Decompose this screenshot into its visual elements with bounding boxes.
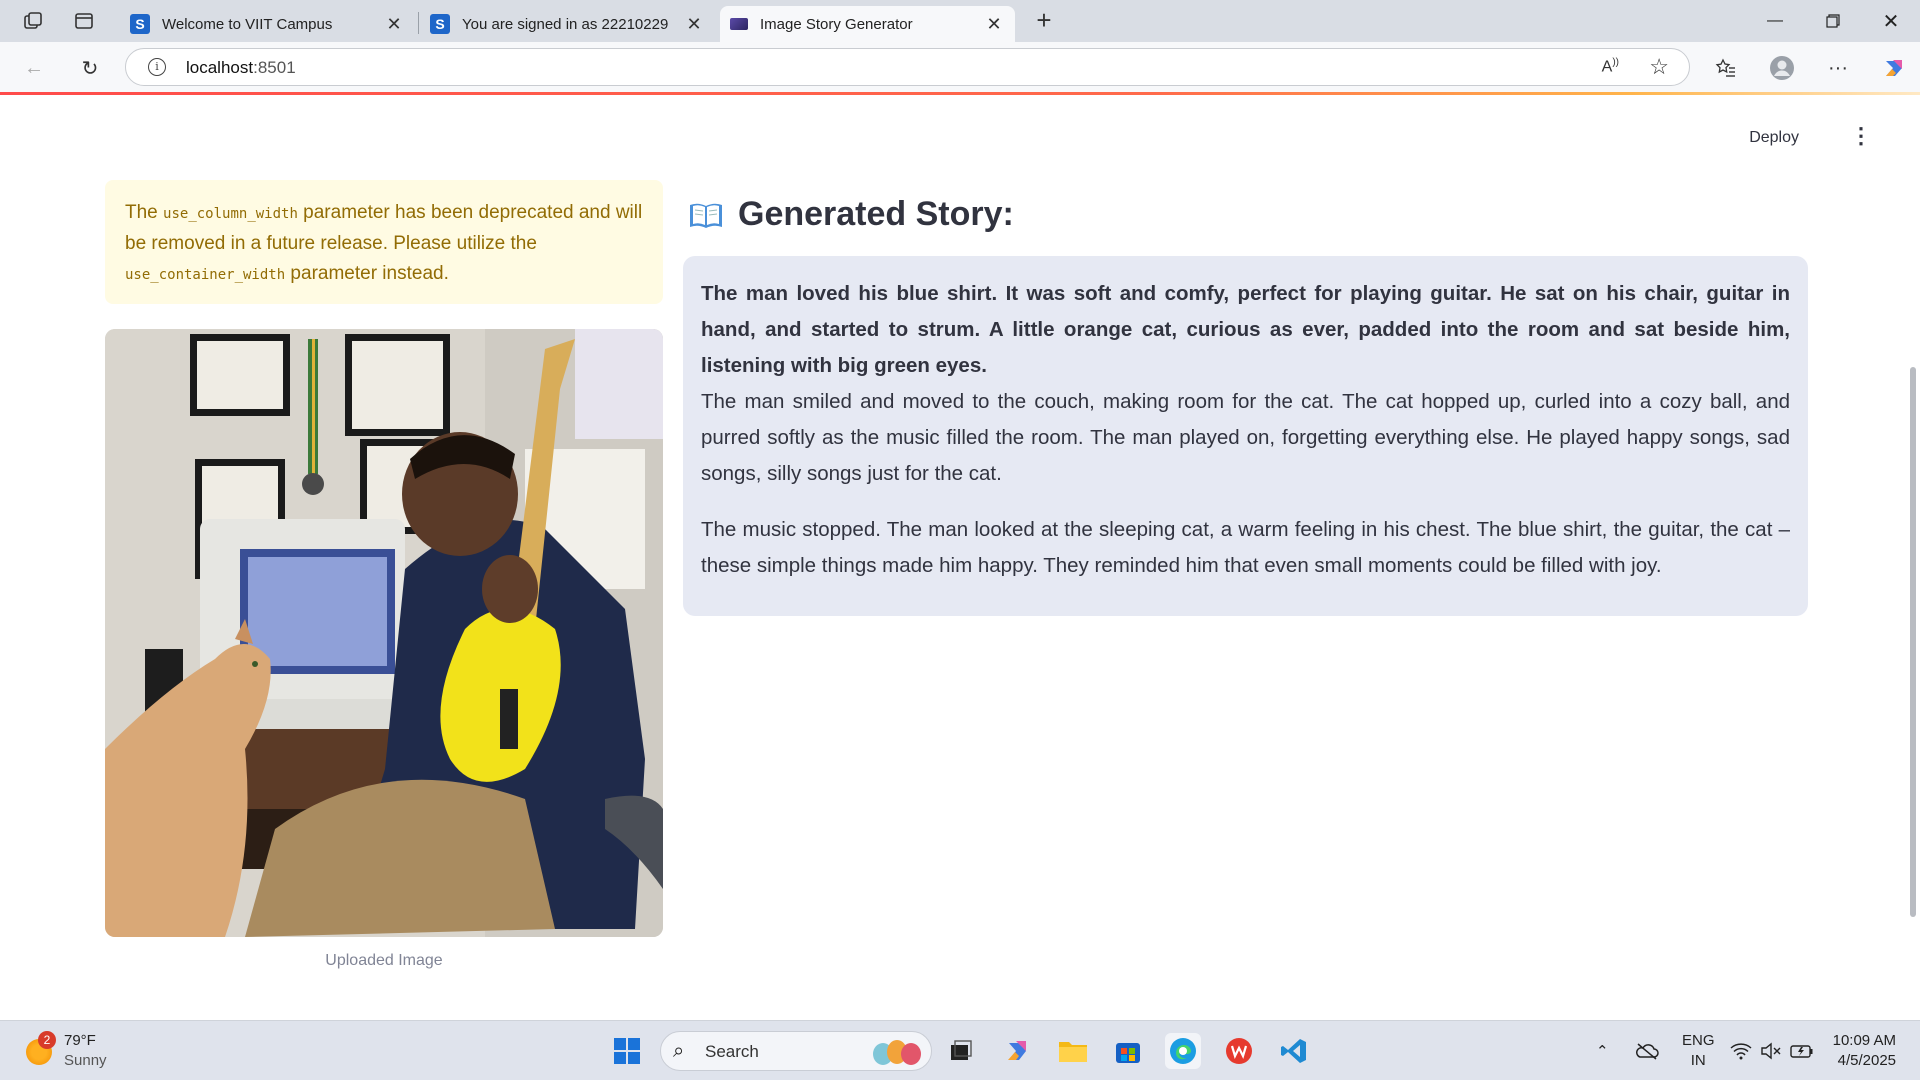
warning-text: The	[125, 202, 164, 223]
tab-signed-in[interactable]: S You are signed in as 22210229 ✕	[420, 6, 715, 42]
tab-image-story-generator[interactable]: Image Story Generator ✕	[720, 6, 1015, 42]
back-icon[interactable]: ←	[20, 54, 48, 82]
close-tab-icon[interactable]: ✕	[683, 13, 705, 35]
read-aloud-icon[interactable]: A))	[1602, 57, 1619, 76]
start-icon[interactable]	[609, 1033, 645, 1069]
profile-avatar-icon[interactable]	[1768, 54, 1796, 82]
new-tab-icon[interactable]: +	[1030, 7, 1058, 34]
edge-browser-icon[interactable]	[1165, 1033, 1201, 1069]
tab-title: Image Story Generator	[760, 15, 913, 33]
search-highlight-icon	[873, 1040, 921, 1065]
deploy-button[interactable]: Deploy	[1749, 129, 1799, 147]
vertical-tabs-icon[interactable]	[70, 8, 98, 34]
site-favicon-icon: S	[130, 14, 150, 34]
url-port: :8501	[253, 58, 296, 77]
browser-toolbar: ← ↻ i localhost:8501 A)) ☆ ···	[0, 42, 1920, 92]
favorites-icon[interactable]	[1712, 54, 1740, 82]
language-indicator[interactable]: ENG IN	[1682, 1031, 1715, 1071]
region-code: IN	[1690, 1052, 1706, 1069]
language-code: ENG	[1682, 1032, 1715, 1049]
warning-code: use_container_width	[125, 267, 286, 283]
story-container: The man loved his blue shirt. It was sof…	[683, 256, 1808, 616]
deprecation-warning: The use_column_width parameter has been …	[105, 180, 663, 304]
site-favicon-icon: S	[430, 14, 450, 34]
main-menu-icon[interactable]: ⋮	[1850, 123, 1872, 149]
app-page: Deploy ⋮ The use_column_width parameter …	[0, 95, 1920, 1020]
story-paragraph: The man loved his blue shirt. It was sof…	[701, 282, 1790, 377]
story-heading: Generated Story:	[688, 195, 1014, 234]
address-bar[interactable]: i localhost:8501 A)) ☆	[125, 48, 1690, 86]
close-tab-icon[interactable]: ✕	[983, 13, 1005, 35]
vscode-icon[interactable]	[1276, 1033, 1312, 1069]
open-book-icon	[690, 203, 722, 228]
tab-title: Welcome to VIIT Campus	[162, 15, 333, 33]
tab-viit-campus[interactable]: S Welcome to VIIT Campus ✕	[120, 6, 415, 42]
search-icon: ⌕	[673, 1040, 685, 1062]
close-tab-icon[interactable]: ✕	[383, 13, 405, 35]
workspaces-icon[interactable]	[19, 8, 47, 34]
favorite-star-icon[interactable]: ☆	[1649, 54, 1669, 80]
volume-muted-icon[interactable]	[1760, 1021, 1782, 1080]
restore-icon[interactable]	[1804, 0, 1862, 42]
minimize-icon[interactable]: —	[1746, 0, 1804, 42]
warning-text: parameter instead.	[285, 263, 449, 284]
tab-divider	[418, 12, 419, 34]
uploaded-image	[105, 329, 663, 937]
page-scrollbar[interactable]	[1910, 367, 1916, 917]
battery-charging-icon[interactable]	[1790, 1021, 1814, 1080]
clock-date: 4/5/2025	[1837, 1052, 1896, 1069]
copilot-icon[interactable]	[1880, 54, 1908, 82]
taskbar: 2 79°F Sunny ⌕ Search ⌃ ENG IN 10:09 AM …	[0, 1020, 1920, 1080]
file-explorer-icon[interactable]	[1055, 1033, 1091, 1069]
tab-title: You are signed in as 22210229	[462, 15, 669, 33]
url-text: localhost:8501	[186, 58, 296, 78]
tab-strip: S Welcome to VIIT Campus ✕ S You are sig…	[0, 0, 1920, 42]
site-info-icon[interactable]: i	[148, 58, 166, 76]
url-host: localhost	[186, 58, 254, 77]
image-caption: Uploaded Image	[325, 952, 443, 969]
taskbar-search-input[interactable]: ⌕ Search	[660, 1031, 932, 1071]
story-paragraph: The music stopped. The man looked at the…	[701, 518, 1790, 577]
close-window-icon[interactable]: ✕	[1862, 0, 1920, 42]
copilot-taskbar-icon[interactable]	[999, 1033, 1035, 1069]
warning-code: use_column_width	[163, 206, 298, 222]
temperature: 79°F	[64, 1032, 96, 1049]
app-favicon-icon	[730, 18, 748, 30]
clock-time: 10:09 AM	[1832, 1032, 1896, 1049]
search-placeholder: Search	[705, 1042, 759, 1061]
notification-badge: 2	[38, 1031, 56, 1049]
store-icon[interactable]	[1110, 1033, 1146, 1069]
weather-condition: Sunny	[64, 1052, 107, 1069]
onedrive-icon[interactable]	[1635, 1021, 1659, 1080]
wifi-icon[interactable]	[1730, 1021, 1752, 1080]
refresh-icon[interactable]: ↻	[76, 54, 104, 82]
system-clock[interactable]: 10:09 AM 4/5/2025	[1833, 1031, 1896, 1071]
task-view-icon[interactable]	[943, 1033, 979, 1069]
more-options-icon[interactable]: ···	[1824, 54, 1852, 82]
wps-office-icon[interactable]	[1221, 1033, 1257, 1069]
story-paragraph: The man smiled and moved to the couch, m…	[701, 390, 1790, 485]
show-hidden-icons[interactable]: ⌃	[1596, 1021, 1609, 1080]
weather-widget[interactable]: 2 79°F Sunny	[26, 1031, 107, 1071]
story-title: Generated Story:	[738, 195, 1014, 233]
sun-icon: 2	[26, 1031, 56, 1065]
